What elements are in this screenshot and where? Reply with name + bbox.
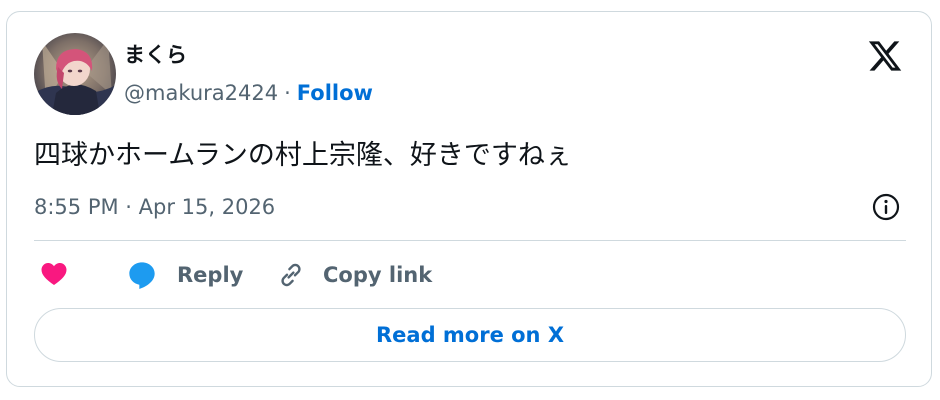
author-handle[interactable]: @makura2424 — [124, 81, 278, 105]
heart-icon — [38, 258, 70, 292]
reply-button[interactable]: Reply — [125, 258, 243, 292]
copy-link-label: Copy link — [323, 263, 433, 287]
handle-separator: · — [284, 81, 291, 105]
read-more-button[interactable]: Read more on X — [34, 308, 906, 362]
x-logo-icon[interactable] — [867, 38, 903, 74]
reply-label: Reply — [177, 263, 244, 287]
read-more-label: Read more on X — [375, 323, 565, 347]
copy-link-button[interactable]: Copy link — [275, 258, 432, 292]
tweet-timestamp[interactable]: 8:55 PM · Apr 15, 2026 — [34, 193, 275, 221]
info-icon[interactable] — [871, 192, 901, 222]
speech-bubble-icon — [125, 259, 159, 291]
embedded-tweet-card: まくら @makura2424 · Follow 四球かホームランの村上宗隆、好きで… — [6, 11, 932, 387]
author-handle-row: @makura2424 · Follow — [124, 80, 373, 106]
divider — [34, 240, 906, 241]
avatar[interactable] — [34, 33, 116, 115]
like-button[interactable] — [38, 258, 70, 292]
link-icon — [275, 259, 307, 291]
author-display-name[interactable]: まくら — [124, 42, 187, 68]
follow-link[interactable]: Follow — [297, 81, 373, 105]
tweet-text: 四球かホームランの村上宗隆、好きですねぇ — [34, 140, 572, 171]
